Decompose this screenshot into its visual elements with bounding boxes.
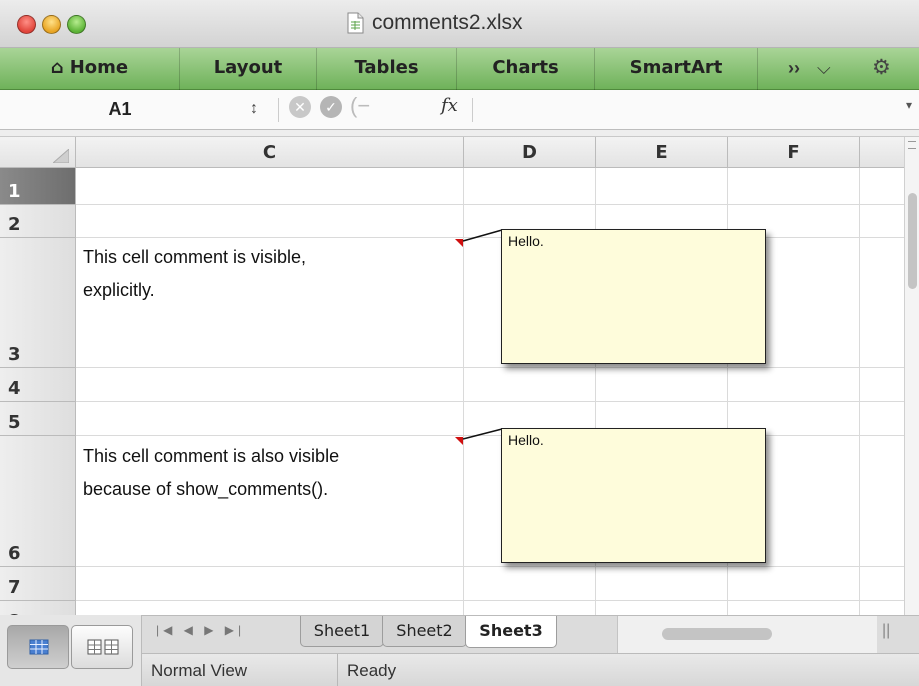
formula-bar: A1 ↕ ✕ ✓ (− fx ▾ bbox=[0, 90, 919, 130]
comment-text: Hello. bbox=[508, 432, 544, 448]
sheet-navigation-icon[interactable]: |◀ ◀ ▶ ▶| bbox=[156, 623, 245, 637]
sheet-tab-sheet2[interactable]: Sheet2 bbox=[382, 616, 467, 647]
zoom-button[interactable] bbox=[67, 15, 86, 34]
more-tabs-icon[interactable]: ›› bbox=[788, 48, 800, 90]
separator bbox=[278, 98, 279, 122]
tab-home[interactable]: ⌂ Home bbox=[0, 48, 180, 90]
formula-input[interactable] bbox=[475, 94, 895, 124]
tab-tables-label: Tables bbox=[354, 57, 419, 78]
ribbon-tab-bar: ⌂ Home Layout Tables Charts SmartArt ›› ⌵… bbox=[0, 48, 919, 90]
split-handle-icon[interactable]: || bbox=[882, 622, 890, 640]
gear-icon[interactable]: ⚙ bbox=[872, 48, 891, 90]
tab-smartart-label: SmartArt bbox=[629, 57, 723, 78]
confirm-icon[interactable]: ✓ bbox=[320, 96, 342, 118]
normal-view-button[interactable] bbox=[7, 625, 69, 669]
close-button[interactable] bbox=[17, 15, 36, 34]
sheet-tab-sheet3[interactable]: Sheet3 bbox=[465, 616, 557, 648]
separator bbox=[472, 98, 473, 122]
toolbar-separator bbox=[0, 130, 919, 137]
page-layout-icon bbox=[87, 639, 119, 655]
comment-box[interactable]: Hello. bbox=[501, 428, 766, 563]
grid-view-icon bbox=[29, 639, 49, 655]
sheet-tab-bar: |◀ ◀ ▶ ▶| Sheet1 Sheet2 Sheet3 || bbox=[142, 615, 919, 654]
tab-charts[interactable]: Charts bbox=[457, 48, 595, 90]
worksheet-grid[interactable]: C D E F 1 2 3 4 5 6 7 8 This cell commen… bbox=[0, 137, 904, 615]
cancel-icon[interactable]: ✕ bbox=[289, 96, 311, 118]
page-layout-view-button[interactable] bbox=[71, 625, 133, 669]
comment-text: Hello. bbox=[508, 233, 544, 249]
fx-button[interactable]: fx bbox=[441, 95, 458, 116]
separator bbox=[337, 654, 338, 686]
view-switcher bbox=[0, 615, 142, 686]
tab-tables[interactable]: Tables bbox=[317, 48, 457, 90]
home-icon: ⌂ bbox=[50, 57, 64, 78]
tab-charts-label: Charts bbox=[492, 57, 559, 78]
tab-home-label: Home bbox=[69, 57, 129, 78]
horizontal-scroll-thumb[interactable] bbox=[662, 628, 772, 640]
chevron-down-icon[interactable]: ⌵ bbox=[817, 48, 831, 90]
tab-layout-label: Layout bbox=[213, 57, 283, 78]
document-icon bbox=[347, 12, 364, 34]
comment-leader-lines bbox=[462, 229, 503, 440]
formula-builder-icon[interactable]: (− bbox=[350, 93, 370, 119]
ready-status: Ready bbox=[347, 661, 397, 680]
title-bar: comments2.xlsx bbox=[0, 0, 919, 48]
minimize-button[interactable] bbox=[42, 15, 61, 34]
vertical-scroll-thumb[interactable] bbox=[908, 193, 917, 289]
vertical-scrollbar[interactable] bbox=[904, 137, 919, 615]
tab-layout[interactable]: Layout bbox=[180, 48, 317, 90]
chevron-down-icon[interactable]: ▾ bbox=[906, 98, 912, 112]
status-bar: Normal View Ready bbox=[142, 654, 919, 686]
view-status: Normal View bbox=[151, 661, 248, 680]
tab-smartart[interactable]: SmartArt bbox=[595, 48, 758, 90]
name-box-stepper-icon[interactable]: ↕ bbox=[250, 94, 258, 124]
sheet-tab-sheet1[interactable]: Sheet1 bbox=[300, 616, 384, 647]
comment-box[interactable]: Hello. bbox=[501, 229, 766, 364]
split-handle-icon[interactable] bbox=[908, 141, 916, 149]
window-title: comments2.xlsx bbox=[372, 11, 523, 34]
name-box[interactable]: A1 bbox=[0, 94, 240, 124]
